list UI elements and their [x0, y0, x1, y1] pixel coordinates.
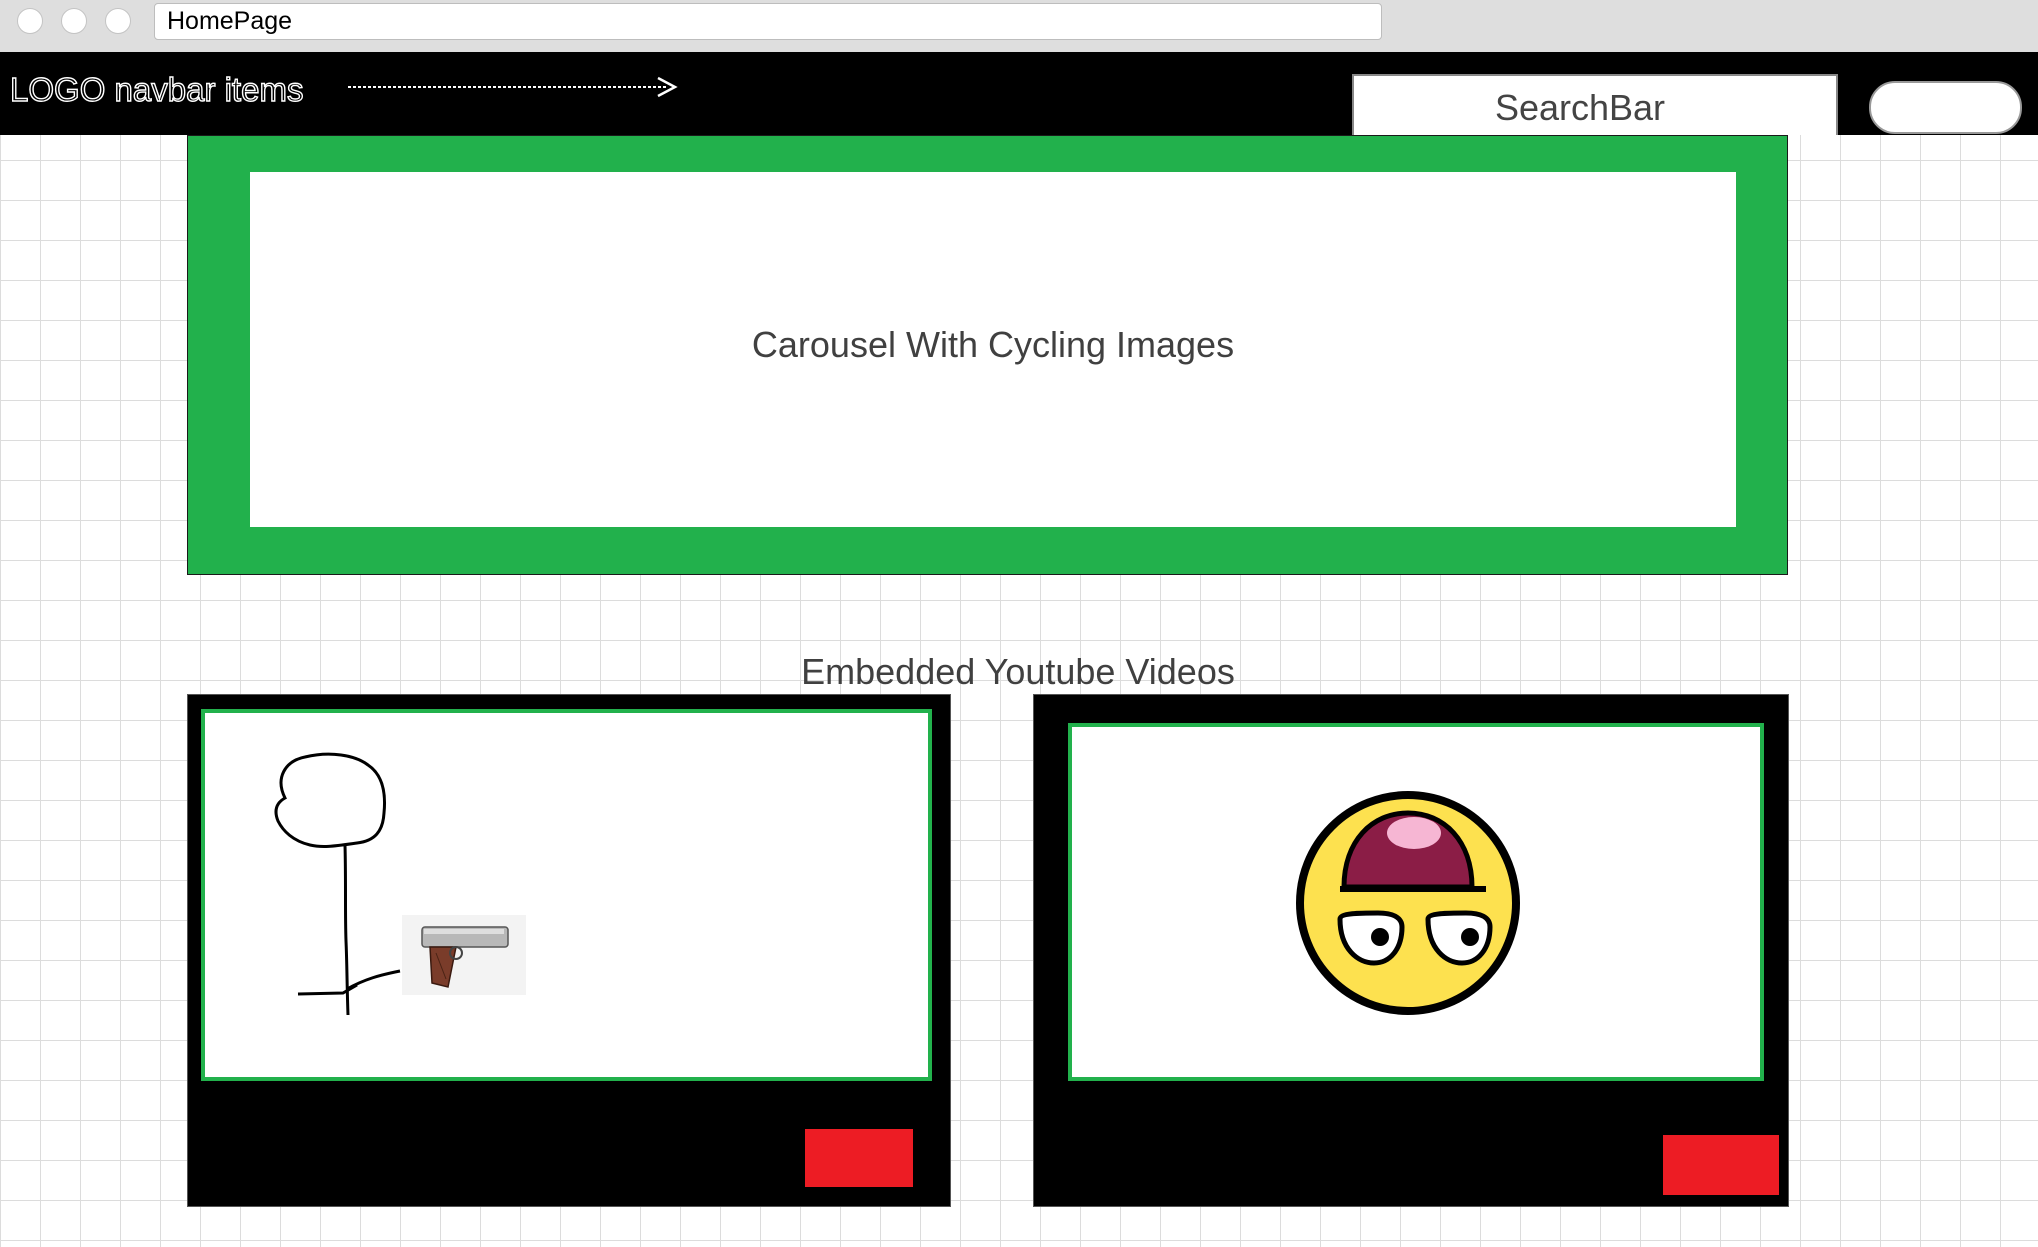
video-player-2[interactable]	[1068, 723, 1764, 1081]
stick-figure-with-pistol-drawing	[274, 752, 526, 1016]
window-titlebar: HomePage	[0, 0, 2038, 52]
navbar-logo-items-text[interactable]: LOGO navbar items	[9, 70, 304, 110]
carousel[interactable]: Carousel With Cycling Images	[187, 135, 1788, 575]
window-close-dot[interactable]	[17, 8, 43, 34]
video-1-play-button[interactable]	[805, 1129, 913, 1187]
search-input[interactable]: SearchBar	[1352, 74, 1838, 135]
video-card-1[interactable]	[187, 694, 951, 1207]
carousel-slide[interactable]: Carousel With Cycling Images	[250, 172, 1736, 527]
video-player-1[interactable]	[201, 709, 932, 1081]
address-bar[interactable]: HomePage	[154, 3, 1382, 40]
window-minimize-dot[interactable]	[61, 8, 87, 34]
navbar: LOGO navbar items SearchBar	[0, 52, 2038, 135]
video-2-play-button[interactable]	[1663, 1135, 1779, 1195]
awesome-smiley-face	[1296, 791, 1520, 1015]
videos-section-title: Embedded Youtube Videos	[801, 651, 1235, 692]
carousel-label: Carousel With Cycling Images	[751, 323, 1235, 365]
navbar-button[interactable]	[1869, 81, 2022, 134]
video-card-2[interactable]	[1033, 694, 1789, 1207]
dashed-arrow-icon	[348, 76, 678, 98]
window-maximize-dot[interactable]	[105, 8, 131, 34]
